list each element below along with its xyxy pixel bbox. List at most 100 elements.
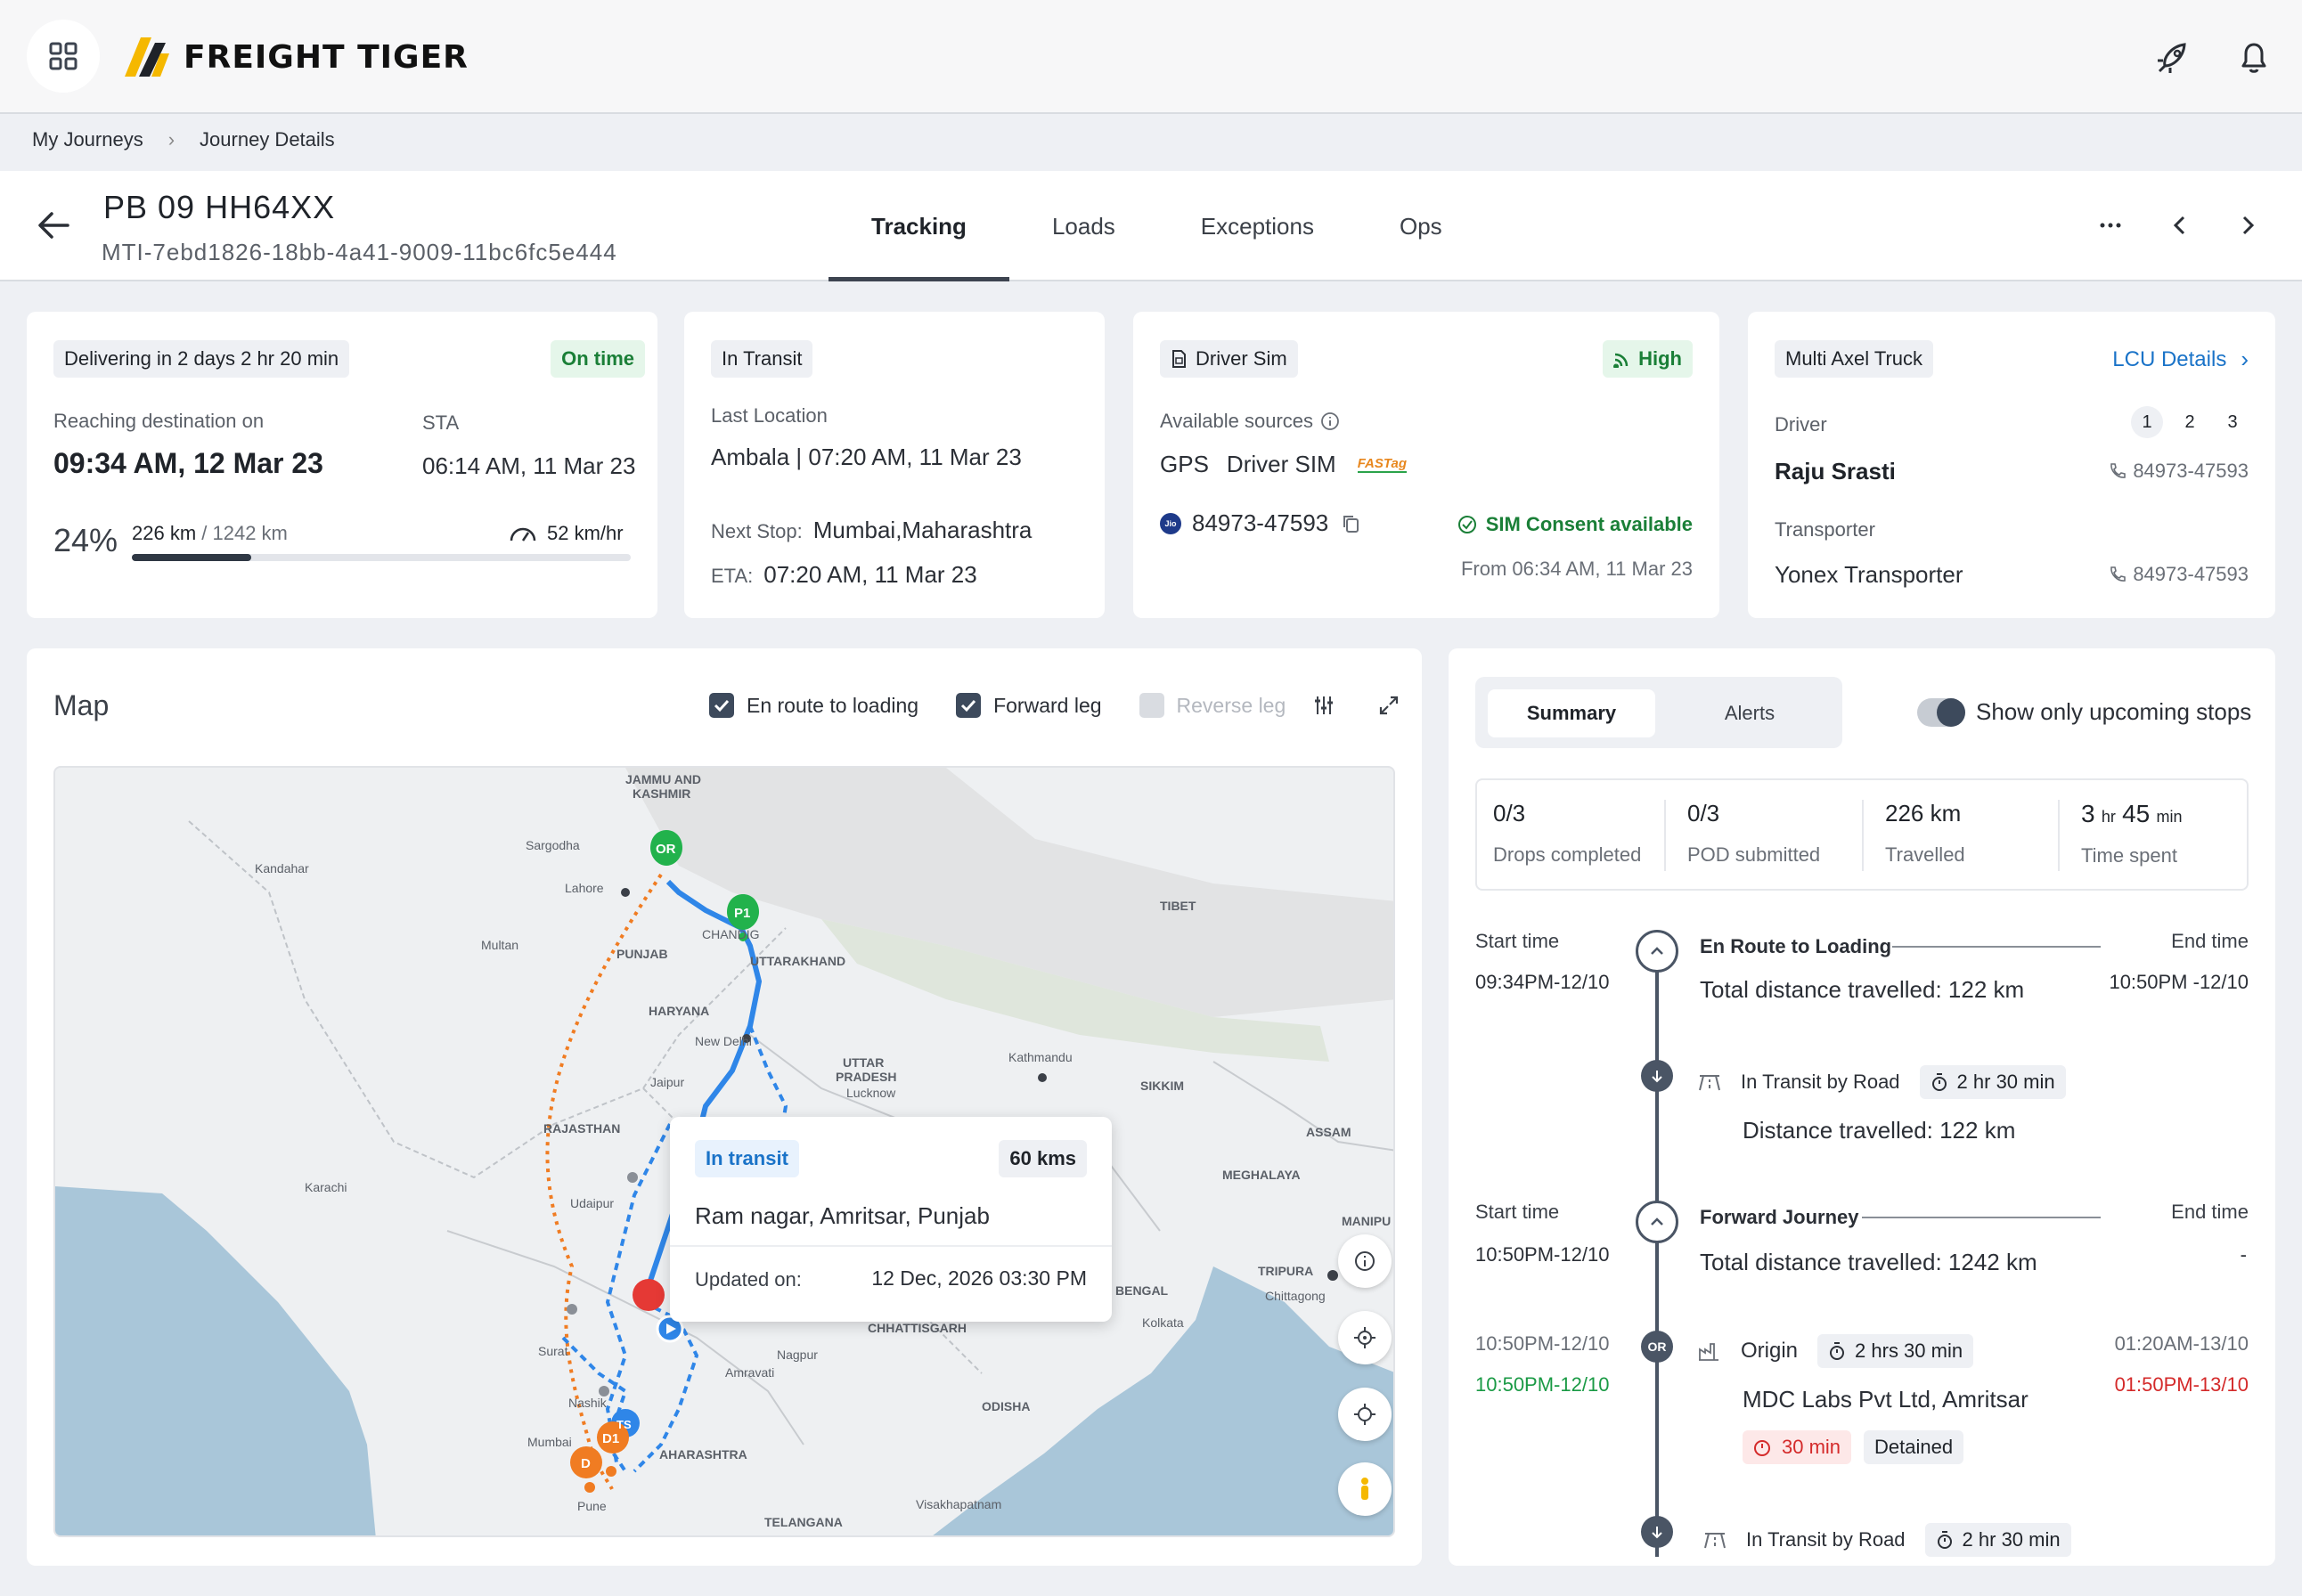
last-location-value: Ambala | 07:20 AM, 11 Mar 23	[711, 444, 1022, 470]
filter-forward-leg-checkbox[interactable]	[956, 693, 982, 718]
next-stop-label: Next Stop:	[711, 520, 803, 542]
map-label-jk2: KASHMIR	[633, 786, 690, 801]
factory-icon	[1699, 1343, 1718, 1361]
next-stop: Next Stop: Mumbai,Maharashtra	[711, 517, 1032, 544]
brand-logo[interactable]: FREIGHT TIGER	[125, 36, 469, 78]
transit2-title: In Transit by Road	[1746, 1528, 1906, 1551]
freight-tiger-logo-icon	[125, 37, 169, 77]
delivery-card: Delivering in 2 days 2 hr 20 min On time…	[27, 312, 657, 618]
copy-icon[interactable]	[1341, 513, 1362, 534]
popup-updated-value: 12 Dec, 2026 03:30 PM	[871, 1266, 1087, 1290]
drop-marker-label: D	[581, 1456, 591, 1471]
stat-time-label: Time spent	[2081, 844, 2178, 867]
lcu-details-link[interactable]: LCU Details ›	[2112, 346, 2249, 373]
timer-icon	[1931, 1073, 1947, 1091]
driver-pagination: 1 2 3	[2120, 406, 2249, 438]
sim-card-icon	[1172, 350, 1186, 368]
tab-tracking[interactable]: Tracking	[829, 171, 1009, 281]
stat-time-minutes-unit: min	[2156, 808, 2183, 826]
sim-phone: 84973-47593	[1192, 509, 1329, 536]
tab-alerts[interactable]: Alerts	[1666, 689, 1833, 737]
speedometer-icon	[510, 527, 536, 542]
chevron-left-icon[interactable]	[2167, 212, 2193, 239]
map-label-kolkata: Kolkata	[1142, 1315, 1184, 1330]
stat-time-minutes: 45	[2122, 800, 2151, 827]
map-info-button[interactable]	[1338, 1234, 1392, 1288]
sources-row: GPS Driver SIM FASTag	[1160, 451, 1407, 478]
sliders-icon[interactable]	[1312, 694, 1335, 717]
location-popup: In transit 60 kms Ram nagar, Amritsar, P…	[670, 1117, 1112, 1322]
stat-time-spent: 3 hr 45 min Time spent	[2081, 800, 2182, 867]
source-driver-sim: Driver SIM	[1226, 451, 1336, 477]
map-title: Map	[53, 689, 110, 721]
transit1-duration: 2 hr 30 min	[1956, 1071, 2055, 1093]
sources-label-row: Available sources	[1160, 410, 1340, 433]
map-label-meghalaya: MEGHALAYA	[1222, 1168, 1301, 1182]
tab-ops[interactable]: Ops	[1357, 171, 1485, 281]
map-label-punjab: PUNJAB	[616, 947, 668, 961]
transporter-phone: 84973-47593	[2108, 563, 2249, 586]
filter-reverse-leg-label[interactable]: Reverse leg	[1177, 694, 1286, 718]
map-label-sikkim: SIKKIM	[1140, 1079, 1184, 1093]
driver-page-1[interactable]: 1	[2131, 406, 2163, 438]
stat-travelled-label: Travelled	[1885, 843, 1965, 866]
signal-badge: High	[1603, 340, 1693, 378]
city-dot	[621, 888, 630, 897]
driver-page-3[interactable]: 3	[2216, 406, 2249, 438]
map-label-amravati: Amravati	[725, 1365, 774, 1380]
pegman-icon	[1361, 1478, 1368, 1500]
filter-en-route-label[interactable]: En route to loading	[747, 694, 918, 718]
driver-page-2[interactable]: 2	[2174, 406, 2206, 438]
leg2-collapse-button[interactable]	[1636, 1201, 1678, 1243]
tab-exceptions[interactable]: Exceptions	[1158, 171, 1357, 281]
map-label-nashik: Nashik	[568, 1396, 608, 1410]
transit1-node	[1641, 1060, 1673, 1092]
more-horizontal-icon[interactable]	[2097, 212, 2124, 239]
bell-icon[interactable]	[2234, 37, 2273, 77]
map-street-view-button[interactable]	[1338, 1462, 1392, 1516]
map-label-tibet: TIBET	[1160, 899, 1196, 913]
map-label-chhattisgarh: CHHATTISGARH	[868, 1321, 967, 1335]
in-transit-chip: In Transit	[711, 340, 813, 378]
map-label-visakhapatnam: Visakhapatnam	[916, 1497, 1001, 1511]
origin-time-planned: 10:50PM-12/10	[1475, 1332, 1610, 1355]
popup-distance-chip: 60 kms	[999, 1140, 1087, 1177]
grid-icon	[49, 42, 78, 70]
phone-row: Jio 84973-47593	[1160, 509, 1362, 537]
rocket-icon[interactable]	[2154, 37, 2193, 77]
signal-icon	[1613, 353, 1629, 368]
map-label-lahore: Lahore	[565, 881, 604, 895]
filter-reverse-leg-checkbox[interactable]	[1139, 693, 1164, 718]
map-label-haryana: HARYANA	[649, 1004, 709, 1018]
popup-updated-label: Updated on:	[695, 1268, 802, 1291]
map-locate-button[interactable]	[1338, 1311, 1392, 1364]
origin-marker-label: OR	[656, 842, 676, 857]
transit2-duration-pill: 2 hr 30 min	[1924, 1523, 2071, 1557]
tab-summary[interactable]: Summary	[1488, 689, 1655, 737]
tab-loads[interactable]: Loads	[1009, 171, 1158, 281]
alert-marker[interactable]	[633, 1279, 665, 1311]
map-recenter-button[interactable]	[1338, 1388, 1392, 1441]
filter-en-route-checkbox[interactable]	[709, 693, 734, 718]
timeline-line	[1655, 951, 1659, 1557]
check-circle-icon	[1457, 516, 1476, 533]
app-grid-button[interactable]	[27, 20, 100, 93]
upcoming-stops-toggle[interactable]	[1917, 698, 1965, 727]
leg1-collapse-button[interactable]	[1636, 930, 1678, 973]
info-icon[interactable]	[1320, 411, 1340, 431]
map-label-maharashtra: AHARASHTRA	[659, 1447, 747, 1462]
breadcrumb-my-journeys[interactable]: My Journeys	[32, 128, 143, 151]
map-label-mumbai: Mumbai	[527, 1435, 572, 1449]
popup-status-chip: In transit	[695, 1140, 799, 1177]
arrow-left-icon[interactable]	[36, 207, 73, 244]
chevron-right-icon[interactable]	[2234, 212, 2261, 239]
driver-label: Driver	[1775, 413, 1827, 436]
expand-icon[interactable]	[1378, 695, 1400, 716]
stat-travelled: 226 km Travelled	[1885, 800, 1965, 867]
breadcrumb-journey-details: Journey Details	[200, 128, 335, 151]
origin-end-planned: 01:20AM-13/10	[2114, 1332, 2249, 1355]
filter-forward-leg-label[interactable]: Forward leg	[993, 694, 1101, 718]
origin-time-actual: 10:50PM-12/10	[1475, 1373, 1610, 1396]
transit-card: In Transit Last Location Ambala | 07:20 …	[684, 312, 1105, 618]
origin-place: MDC Labs Pvt Ltd, Amritsar	[1743, 1386, 2029, 1413]
